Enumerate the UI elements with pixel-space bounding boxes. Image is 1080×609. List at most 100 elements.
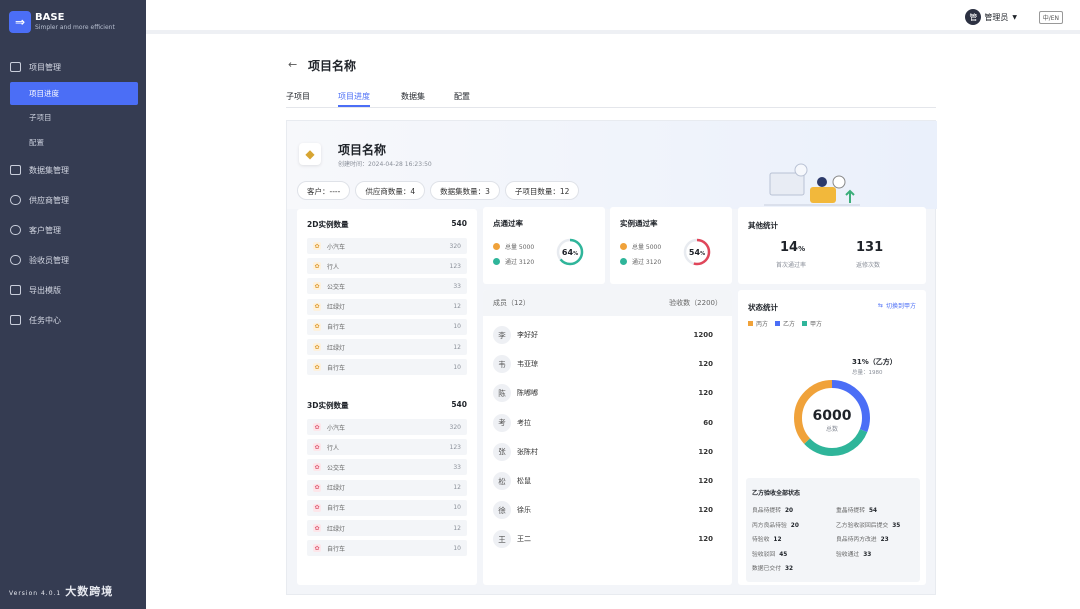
member-check-count: 60 <box>703 418 713 427</box>
nav-customer-management[interactable]: 客户管理 <box>0 215 146 245</box>
topbar: 管 管理员 ▼ 中/EN <box>146 0 1080 34</box>
member-row[interactable]: 陈陈嘟嘟 120 <box>493 383 717 403</box>
sidebar-nav: 项目管理 项目进度 子项目 配置 数据集管理 供应商管理 客户管理 验收员管理 … <box>0 52 146 335</box>
member-check-count: 1200 <box>693 331 713 339</box>
instance-rate-percent: 54 <box>689 248 701 257</box>
back-arrow-icon[interactable]: ← <box>288 58 297 71</box>
instance-rate-title: 实例通过率 <box>620 219 658 228</box>
chip-supplier-count: 供应商数量：4 <box>355 181 426 200</box>
supplier-icon <box>10 195 21 205</box>
category-label: 自行车 <box>327 545 346 553</box>
status-detail-value: 35 <box>892 522 901 529</box>
check-icon <box>493 258 500 265</box>
category-count: 123 <box>449 443 461 451</box>
list-item: ✿ 小汽车 320 <box>307 419 467 435</box>
member-name: 王二 <box>517 535 531 544</box>
member-row[interactable]: 韦韦亚琼 120 <box>493 354 717 374</box>
language-switch[interactable]: 中/EN <box>1038 11 1063 24</box>
status-detail-value: 20 <box>790 522 799 529</box>
member-name: 陈嘟嘟 <box>517 389 538 398</box>
nav-supplier-management[interactable]: 供应商管理 <box>0 185 146 215</box>
user-menu[interactable]: 管 管理员 ▼ <box>965 9 1017 25</box>
status-detail-value: 33 <box>863 551 872 558</box>
avatar: 松 <box>493 472 511 490</box>
category-icon: ✿ <box>313 443 321 452</box>
category-label: 行人 <box>327 444 340 452</box>
total-dot-icon <box>620 243 627 250</box>
instances-2d-title: 2D实例数量 <box>307 220 349 229</box>
member-row[interactable]: 张张陈村 120 <box>493 442 717 462</box>
first-pass-rate-label: 首次通过率 <box>776 262 807 269</box>
instance-rate-gauge: 54% <box>683 238 711 266</box>
donut-total-label: 总数 <box>826 425 838 433</box>
legend-label: 甲方 <box>810 321 823 328</box>
app-logo[interactable]: ⇒ BASE Simpler and more efficient <box>9 11 115 33</box>
project-chips: 客户：---- 供应商数量：4 数据集数量：3 子项目数量：12 <box>297 181 580 200</box>
check-icon <box>620 258 627 265</box>
instances-3d-total: 540 <box>451 400 467 409</box>
member-row[interactable]: 徐徐乐 120 <box>493 500 717 520</box>
member-name: 考拉 <box>517 418 531 427</box>
nav-label: 客户管理 <box>29 225 61 235</box>
legend-item: 乙方 <box>775 319 795 328</box>
status-detail-item: 良品待丙方改进 23 <box>836 534 889 543</box>
rate-total-text: 总量 5000 <box>632 244 662 251</box>
category-label: 自行车 <box>327 505 346 513</box>
instances-2d-total: 540 <box>451 219 467 228</box>
status-donut-chart: 6000 总数 <box>794 380 870 456</box>
avatar: 徐 <box>493 501 511 520</box>
database-icon <box>10 165 21 175</box>
nav-project-management[interactable]: 项目管理 <box>0 52 146 82</box>
folder-icon <box>10 62 21 72</box>
instance-rate-total: 总量 5000 <box>620 242 661 251</box>
nav-config[interactable]: 配置 <box>0 130 146 155</box>
status-detail-value: 23 <box>880 537 889 543</box>
nav-task-center[interactable]: 任务中心 <box>0 305 146 335</box>
category-icon: ✿ <box>313 363 321 372</box>
nav-export-template[interactable]: 导出模版 <box>0 275 146 305</box>
chevron-down-icon: ▼ <box>1012 13 1017 21</box>
category-count: 123 <box>449 262 461 270</box>
member-check-count: 120 <box>698 506 713 515</box>
instance-pass-rate-card: 实例通过率 总量 5000 通过 3120 54% <box>610 207 732 284</box>
nav-project-progress[interactable]: 项目进度 <box>10 82 138 105</box>
status-detail-label: 良品待提转 <box>752 508 781 514</box>
category-label: 小汽车 <box>327 424 346 432</box>
status-detail-value: 45 <box>779 551 788 558</box>
category-label: 红绿灯 <box>327 485 346 493</box>
tab-config[interactable]: 配置 <box>454 91 470 102</box>
export-icon <box>10 285 21 295</box>
list-item: ✿ 自行车 10 <box>307 359 467 376</box>
page-title: 项目名称 <box>308 59 357 73</box>
rework-count-label: 返修次数 <box>856 262 881 269</box>
member-row[interactable]: 松松鼠 120 <box>493 471 717 491</box>
tab-subproject[interactable]: 子项目 <box>286 91 310 102</box>
status-detail-value: 20 <box>785 508 794 514</box>
member-name: 张陈村 <box>517 447 538 456</box>
member-name: 松鼠 <box>517 477 531 485</box>
member-check-count: 120 <box>698 535 713 544</box>
category-label: 行人 <box>327 263 340 271</box>
status-detail-value: 32 <box>785 566 794 572</box>
member-row[interactable]: 李李好好 1200 <box>493 325 717 345</box>
tab-dataset[interactable]: 数据集 <box>401 91 425 102</box>
nav-label: 任务中心 <box>29 315 61 325</box>
watermark-text: 大数跨境 <box>65 585 114 598</box>
app-name: BASE <box>35 12 65 23</box>
tab-project-progress[interactable]: 项目进度 <box>338 91 370 107</box>
status-detail-label: 待验收 <box>752 537 770 543</box>
switch-party-link[interactable]: ⇆ 切换到甲方 <box>878 301 916 310</box>
total-dot-icon <box>493 243 500 250</box>
member-row[interactable]: 王王二 120 <box>493 529 717 549</box>
nav-dataset-management[interactable]: 数据集管理 <box>0 155 146 185</box>
nav-subproject[interactable]: 子项目 <box>0 105 146 130</box>
nav-label: 项目进度 <box>29 89 59 98</box>
member-name: 韦亚琼 <box>517 360 538 369</box>
nav-inspector-management[interactable]: 验收员管理 <box>0 245 146 275</box>
project-icon: ◆ <box>299 143 321 165</box>
category-count: 320 <box>449 242 461 250</box>
member-row[interactable]: 考考拉 60 <box>493 413 717 433</box>
sidebar: ⇒ BASE Simpler and more efficient 项目管理 项… <box>0 0 146 609</box>
customer-icon <box>10 225 21 235</box>
category-count: 33 <box>453 282 461 290</box>
